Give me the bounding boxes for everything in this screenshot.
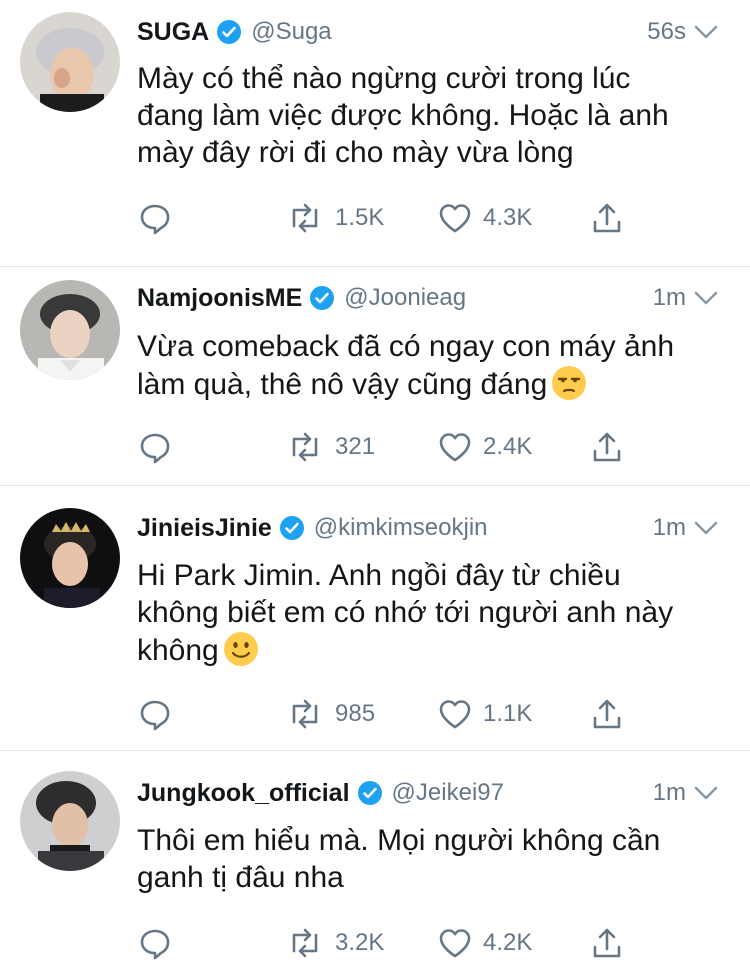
user-handle[interactable]: @Joonieag — [344, 284, 466, 312]
share-button[interactable] — [589, 198, 625, 238]
share-button[interactable] — [589, 427, 625, 467]
like-count: 1.1K — [483, 700, 533, 727]
share-icon — [593, 203, 621, 233]
retweet-count: 985 — [335, 700, 376, 727]
tweet-text: Vừa comeback đã có ngay con máy ảnh làm … — [137, 328, 727, 403]
retweet-icon — [292, 432, 318, 462]
avatar[interactable] — [20, 12, 120, 112]
retweet-button[interactable]: 3.2K — [285, 923, 384, 963]
reply-button[interactable] — [137, 198, 173, 238]
retweet-button[interactable]: 1.5K — [285, 198, 384, 238]
tweet-actions: 1.5K 4.3K — [137, 198, 637, 238]
like-count: 4.3K — [483, 204, 533, 231]
share-icon — [593, 928, 621, 958]
reply-button[interactable] — [137, 694, 173, 734]
verified-badge-icon — [310, 286, 335, 310]
retweet-icon — [292, 699, 318, 729]
tweet-text: Mày có thể nào ngừng cười trong lúc đang… — [137, 60, 727, 171]
verified-badge-icon — [357, 781, 382, 805]
tweet[interactable]: NamjoonisME @Joonieag 1m Vừa comeback đã… — [0, 267, 750, 485]
tweet-text-line: Hi Park Jimin. Anh ngồi đây từ chiều — [137, 559, 621, 592]
user-handle[interactable]: @Jeikei97 — [392, 779, 504, 807]
reply-button[interactable] — [137, 427, 173, 467]
chevron-down-icon[interactable] — [692, 783, 720, 803]
user-handle[interactable]: @Suga — [251, 18, 331, 46]
display-name[interactable]: Jungkook_official — [137, 779, 350, 808]
share-button[interactable] — [589, 923, 625, 963]
tweet-text-line: mày đây rời đi cho mày vừa lòng — [137, 136, 574, 169]
like-count: 2.4K — [483, 433, 533, 460]
retweet-icon — [292, 928, 318, 958]
unamused-face-icon — [551, 365, 587, 401]
heart-icon — [439, 204, 471, 233]
tweet-text-line: Vừa comeback đã có ngay con máy ảnh — [137, 330, 675, 363]
reply-icon — [140, 204, 170, 235]
timestamp[interactable]: 1m — [653, 284, 686, 312]
like-button[interactable]: 1.1K — [437, 694, 532, 734]
user-handle[interactable]: @kimkimseokjin — [314, 514, 488, 542]
tweet-text-line: không — [137, 634, 219, 667]
tweet-text-line: Mày có thể nào ngừng cười trong lúc — [137, 62, 631, 95]
tweet-actions: 3.2K 4.2K — [137, 923, 637, 963]
tweet-actions: 985 1.1K — [137, 694, 637, 734]
chevron-down-icon[interactable] — [692, 288, 720, 308]
avatar[interactable] — [20, 280, 120, 380]
heart-icon — [439, 433, 471, 462]
like-button[interactable]: 4.3K — [437, 198, 532, 238]
tweet-text-line: làm quà, thê nô vậy cũng đáng — [137, 368, 548, 401]
tweet[interactable]: JinieisJinie @kimkimseokjin 1m Hi Park J… — [0, 486, 750, 750]
reply-icon — [140, 433, 170, 464]
share-button[interactable] — [589, 694, 625, 734]
tweet[interactable]: Jungkook_official @Jeikei97 1m Thôi em h… — [0, 751, 750, 978]
tweet[interactable]: SUGA @Suga 56s Mày có thể nào ngừng cười… — [0, 0, 750, 266]
tweet-text-line: ganh tị đâu nha — [137, 861, 344, 894]
retweet-button[interactable]: 321 — [285, 427, 375, 467]
tweet-text-line: Thôi em hiểu mà. Mọi người không cần — [137, 824, 661, 857]
timestamp[interactable]: 1m — [653, 779, 686, 807]
chevron-down-icon[interactable] — [692, 518, 720, 538]
share-icon — [593, 699, 621, 729]
like-count: 4.2K — [483, 929, 533, 956]
like-button[interactable]: 4.2K — [437, 923, 532, 963]
like-button[interactable]: 2.4K — [437, 427, 532, 467]
retweet-count: 3.2K — [335, 929, 385, 956]
tweet-text: Thôi em hiểu mà. Mọi người không cần gan… — [137, 822, 727, 896]
slightly-smiling-face-icon — [223, 631, 259, 667]
retweet-count: 321 — [335, 433, 376, 460]
avatar[interactable] — [20, 508, 120, 608]
verified-badge-icon — [279, 516, 304, 540]
retweet-count: 1.5K — [335, 204, 385, 231]
verified-badge-icon — [217, 20, 242, 44]
display-name[interactable]: JinieisJinie — [137, 514, 272, 543]
tweet-text-line: đang làm việc được không. Hoặc là anh — [137, 99, 669, 132]
tweet-text-line: không biết em có nhớ tới người anh này — [137, 596, 674, 629]
reply-icon — [140, 929, 170, 960]
tweet-feed: SUGA @Suga 56s Mày có thể nào ngừng cười… — [0, 0, 750, 978]
reply-icon — [140, 700, 170, 731]
display-name[interactable]: NamjoonisME — [137, 284, 302, 313]
tweet-actions: 321 2.4K — [137, 427, 637, 467]
display-name[interactable]: SUGA — [137, 18, 209, 47]
heart-icon — [439, 929, 471, 958]
timestamp[interactable]: 56s — [647, 18, 686, 46]
timestamp[interactable]: 1m — [653, 514, 686, 542]
share-icon — [593, 432, 621, 462]
avatar[interactable] — [20, 771, 120, 871]
chevron-down-icon[interactable] — [692, 22, 720, 42]
retweet-icon — [292, 203, 318, 233]
heart-icon — [439, 700, 471, 729]
reply-button[interactable] — [137, 923, 173, 963]
tweet-text: Hi Park Jimin. Anh ngồi đây từ chiều khô… — [137, 557, 727, 669]
retweet-button[interactable]: 985 — [285, 694, 375, 734]
